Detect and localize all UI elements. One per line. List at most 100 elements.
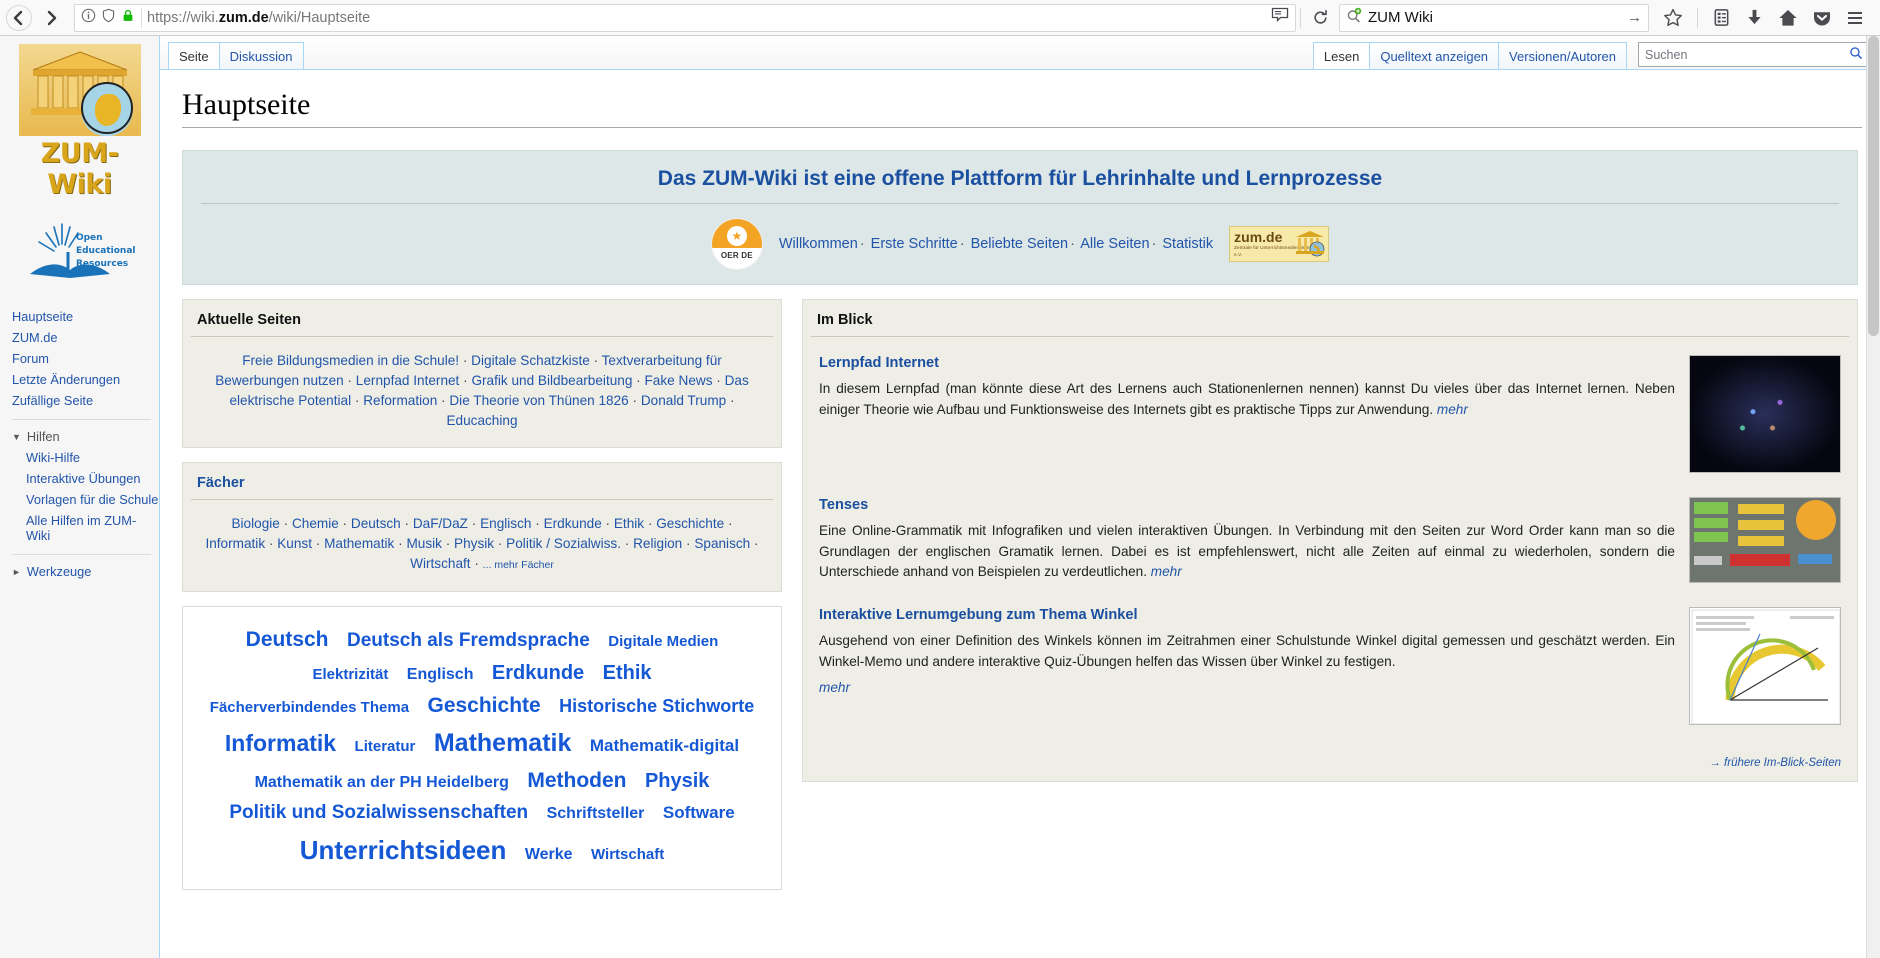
fach-mathematik[interactable]: Mathematik: [324, 536, 394, 551]
sidebar-item-alle-hilfen[interactable]: Alle Hilfen im ZUM-Wiki: [26, 510, 159, 546]
tag-cloud-link[interactable]: Informatik: [225, 730, 336, 756]
sidebar-group-werkzeuge[interactable]: ► Werkzeuge: [12, 561, 159, 582]
forward-arrow-icon[interactable]: [36, 4, 66, 32]
tag-cloud-link[interactable]: Ethik: [603, 662, 652, 684]
wiki-search-input[interactable]: Suchen: [1638, 42, 1870, 67]
sidebar-item-zufaellige-seite[interactable]: Zufällige Seite: [12, 390, 159, 411]
link-freie-bildungsmedien[interactable]: Freie Bildungsmedien in die Schule!: [242, 353, 459, 368]
hamburger-menu-icon[interactable]: [1846, 9, 1864, 27]
tag-cloud-link[interactable]: Erdkunde: [492, 662, 584, 684]
link-digitale-schatzkiste[interactable]: Digitale Schatzkiste: [471, 353, 590, 368]
reload-icon[interactable]: [1305, 4, 1335, 32]
fach-wirtschaft[interactable]: Wirtschaft: [410, 556, 470, 571]
protractor-diagram-thumbnail[interactable]: [1689, 607, 1841, 725]
sidebar-item-interaktive-uebungen[interactable]: Interaktive Übungen: [26, 468, 159, 489]
fach-kunst[interactable]: Kunst: [277, 536, 312, 551]
browser-search-bar[interactable]: ZUM Wiki →: [1339, 3, 1649, 32]
fach-musik[interactable]: Musik: [406, 536, 442, 551]
tab-diskussion[interactable]: Diskussion: [218, 42, 304, 69]
im-blick-item-title[interactable]: Interaktive Lernumgebung zum Thema Winke…: [819, 607, 1675, 623]
address-bar[interactable]: https://wiki.zum.de/wiki/Hauptseite: [74, 3, 1296, 32]
quick-link-erste-schritte[interactable]: Erste Schritte: [871, 236, 958, 252]
tag-cloud-link[interactable]: Software: [663, 803, 735, 822]
sidebar-item-forum[interactable]: Forum: [12, 348, 159, 369]
link-theorie-von-thuenen[interactable]: Die Theorie von Thünen 1826: [449, 393, 628, 408]
faecher-more-link[interactable]: ... mehr Fächer: [483, 559, 554, 571]
scrollbar-thumb[interactable]: [1868, 36, 1879, 336]
fach-deutsch[interactable]: Deutsch: [351, 516, 401, 531]
sidebar-item-letzte-aenderungen[interactable]: Letzte Änderungen: [12, 369, 159, 390]
fach-englisch[interactable]: Englisch: [480, 516, 531, 531]
oer-logo[interactable]: Open Educational Resources: [22, 222, 138, 284]
tag-cloud-link[interactable]: Mathematik: [434, 729, 572, 757]
link-fake-news[interactable]: Fake News: [645, 373, 713, 388]
im-blick-footer-link[interactable]: → frühere Im-Blick-Seiten: [803, 753, 1857, 781]
sidebar-item-zumde[interactable]: ZUM.de: [12, 327, 159, 348]
tenses-infographic-thumbnail[interactable]: [1689, 497, 1841, 583]
tag-cloud-link[interactable]: Englisch: [407, 666, 474, 683]
quick-link-willkommen[interactable]: Willkommen: [779, 236, 858, 252]
site-logo[interactable]: ZUM-Wiki: [0, 40, 159, 200]
home-icon[interactable]: [1778, 8, 1798, 28]
tag-cloud-link[interactable]: Physik: [645, 770, 709, 792]
fach-religion[interactable]: Religion: [633, 536, 682, 551]
tag-cloud-link[interactable]: Mathematik-digital: [590, 736, 739, 755]
link-donald-trump[interactable]: Donald Trump: [641, 393, 726, 408]
im-blick-item-more[interactable]: mehr: [819, 680, 850, 695]
lock-icon[interactable]: [121, 8, 135, 28]
tag-cloud-link[interactable]: Digitale Medien: [608, 633, 718, 650]
tag-cloud-link[interactable]: Deutsch als Fremdsprache: [347, 630, 590, 651]
go-arrow-icon[interactable]: →: [1627, 9, 1642, 26]
zumde-badge[interactable]: zum.de Zentrale für Unterrichtsmedien im…: [1229, 226, 1330, 262]
fach-geschichte[interactable]: Geschichte: [656, 516, 724, 531]
reader-view-icon[interactable]: [1271, 7, 1289, 28]
fach-daf-daz[interactable]: DaF/DaZ: [413, 516, 468, 531]
tab-quelltext-anzeigen[interactable]: Quelltext anzeigen: [1369, 42, 1500, 69]
tag-cloud-link[interactable]: Elektrizität: [312, 666, 388, 683]
link-educaching[interactable]: Educaching: [446, 413, 517, 428]
tag-cloud-link[interactable]: Deutsch: [246, 628, 329, 651]
info-icon[interactable]: [81, 8, 96, 28]
vertical-scrollbar[interactable]: [1866, 36, 1880, 958]
shield-icon[interactable]: [101, 8, 116, 28]
library-icon[interactable]: [1712, 8, 1731, 27]
tab-lesen[interactable]: Lesen: [1312, 42, 1371, 69]
sidebar-item-vorlagen-fuer-die-schule[interactable]: Vorlagen für die Schule: [26, 489, 159, 510]
fach-chemie[interactable]: Chemie: [292, 516, 339, 531]
tag-cloud-link[interactable]: Literatur: [355, 738, 416, 755]
fach-ethik[interactable]: Ethik: [614, 516, 644, 531]
tag-cloud-link[interactable]: Werke: [525, 846, 573, 863]
tab-versionen-autoren[interactable]: Versionen/Autoren: [1498, 42, 1627, 69]
oer-award-badge[interactable]: ★ OER DE: [710, 218, 763, 270]
fach-physik[interactable]: Physik: [454, 536, 494, 551]
pocket-icon[interactable]: [1812, 8, 1832, 28]
sidebar-group-hilfen[interactable]: ▼ Hilfen: [12, 426, 159, 447]
link-grafik-bildbearbeitung[interactable]: Grafik und Bildbearbeitung: [471, 373, 632, 388]
tag-cloud-link[interactable]: Methoden: [527, 769, 626, 792]
fach-politik-sozialwiss[interactable]: Politik / Sozialwiss.: [506, 536, 621, 551]
network-graph-thumbnail[interactable]: [1689, 355, 1841, 473]
im-blick-item-title[interactable]: Tenses: [819, 497, 1675, 513]
im-blick-item-more[interactable]: mehr: [1437, 402, 1468, 417]
back-arrow-icon[interactable]: [6, 4, 32, 31]
tag-cloud-link[interactable]: Schriftsteller: [547, 805, 645, 822]
fach-informatik[interactable]: Informatik: [205, 536, 265, 551]
link-lernpfad-internet[interactable]: Lernpfad Internet: [356, 373, 460, 388]
quick-link-alle-seiten[interactable]: Alle Seiten: [1080, 236, 1149, 252]
tag-cloud-link[interactable]: Wirtschaft: [591, 846, 664, 863]
tag-cloud-link[interactable]: Historische Stichworte: [559, 696, 754, 716]
fach-erdkunde[interactable]: Erdkunde: [544, 516, 602, 531]
sidebar-item-wiki-hilfe[interactable]: Wiki-Hilfe: [26, 447, 159, 468]
sidebar-item-hauptseite[interactable]: Hauptseite: [12, 306, 159, 327]
link-reformation[interactable]: Reformation: [363, 393, 437, 408]
magnifier-icon[interactable]: [1849, 46, 1863, 63]
fach-biologie[interactable]: Biologie: [231, 516, 279, 531]
tag-cloud-link[interactable]: Politik und Sozialwissenschaften: [229, 802, 528, 823]
tag-cloud-link[interactable]: Mathematik an der PH Heidelberg: [255, 774, 509, 791]
fach-spanisch[interactable]: Spanisch: [694, 536, 750, 551]
im-blick-item-more[interactable]: mehr: [1151, 564, 1182, 579]
tab-seite[interactable]: Seite: [168, 42, 220, 69]
quick-link-beliebte-seiten[interactable]: Beliebte Seiten: [971, 236, 1069, 252]
tag-cloud-link[interactable]: Geschichte: [427, 694, 540, 717]
download-icon[interactable]: [1745, 8, 1764, 27]
